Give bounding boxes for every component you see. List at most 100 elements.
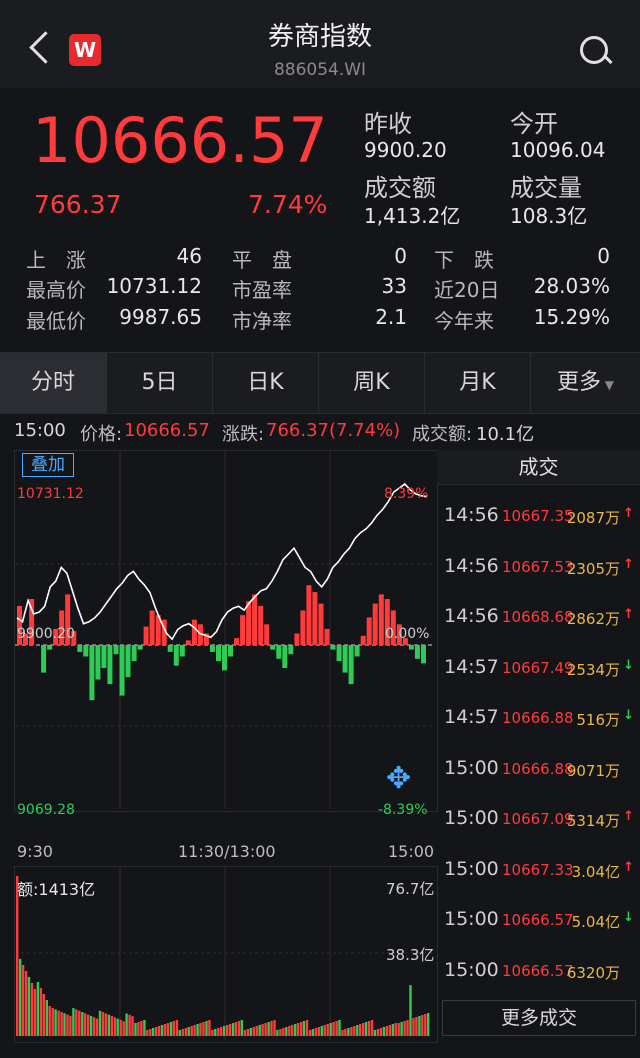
trade-price: 10666.88 [502,709,574,727]
volume-bar [190,1026,193,1036]
volume-bar [116,1018,119,1036]
momentum-bar [234,638,240,645]
trade-row: 14:57 10666.88 516万 ↓ [444,706,640,736]
volume-bar [196,1024,199,1036]
volume-bar [427,1013,430,1036]
volume-bar [317,1027,320,1036]
volume-bar [388,1025,391,1036]
volume-bar [39,988,43,1036]
volume-bar [261,1024,264,1036]
y-axis-mid: 9900.20 [17,626,75,642]
volume-bar [160,1025,164,1036]
volume-bar [217,1028,220,1036]
trade-volume: 9071万 [566,761,620,780]
x-axis-mid: 11:30/13:00 [178,842,276,861]
arrow-up-icon: ↑ [623,556,634,572]
volume-bar [344,1029,347,1036]
volume-bar [211,1030,214,1036]
volume-bar [152,1028,155,1036]
volume-bar [421,1015,424,1036]
x-axis-end: 15:00 [388,842,435,861]
volume-bar [223,1026,226,1036]
volume-bar [385,1026,388,1036]
volume-bar [143,1020,146,1036]
volume-bar [338,1020,341,1036]
volume-bar [273,1020,276,1036]
volume-bar [27,977,31,1036]
trade-time: 15:00 [444,857,499,880]
volume-bar [75,1009,78,1036]
trade-price: 10667.09 [502,810,574,828]
volume-bar [33,989,37,1036]
trade-time: 14:56 [444,605,499,627]
volume-bar [359,1024,362,1036]
arrow-down-icon: ↓ [623,910,634,925]
trade-time: 15:00 [444,908,499,930]
volume-bar [202,1022,205,1036]
trade-volume: 5.04亿 [571,913,620,931]
volume-bar [291,1025,294,1036]
momentum-bar [107,645,113,685]
volume-bar [370,1020,374,1036]
volume-bar [57,1010,60,1036]
trade-volume: 2862万 [566,610,620,628]
volume-bar [122,1021,125,1036]
momentum-bar [360,635,366,645]
volume-bar [362,1023,365,1036]
volume-bar [296,1023,300,1036]
momentum-bar [336,645,342,662]
volume-bar [367,1021,371,1036]
volume-bar [63,1013,66,1036]
more-trades-button[interactable]: 更多成交 [442,1000,636,1036]
momentum-bar [125,645,131,678]
volume-bar [113,1017,116,1036]
trade-volume: 6320万 [566,963,620,982]
volume-bar [95,1018,99,1036]
volume-axis-mid: 38.3亿 [386,946,435,964]
trade-row: 15:00 10666.88 9071万 [444,757,640,787]
volume-bar [329,1023,332,1036]
fullscreen-icon[interactable]: ✥ [386,764,411,794]
trade-time: 15:00 [444,756,499,779]
volume-bar [294,1024,297,1036]
volume-bar [341,1030,344,1036]
overlay-button[interactable]: 叠加 [22,453,74,477]
volume-bar [24,971,28,1036]
volume-bar [166,1023,170,1036]
trade-time: 14:57 [444,706,499,728]
momentum-bar [228,645,233,657]
momentum-bar [294,633,300,645]
momentum-bar [342,645,348,673]
volume-bar [412,1018,415,1036]
volume-bar [314,1028,318,1036]
volume-bar [104,1013,108,1036]
momentum-bar [276,645,282,659]
momentum-bar [77,645,83,652]
trade-row: 14:57 10667.49 2534万 ↓ [444,656,640,686]
volume-bar [356,1025,359,1036]
volume-axis-top: 76.7亿 [386,880,435,898]
price-line [16,482,428,641]
volume-bar [276,1030,279,1036]
volume-bar [137,1022,140,1036]
volume-bar [181,1029,184,1036]
volume-bar [146,1030,149,1036]
arrow-down-icon: ↓ [623,657,634,673]
momentum-bar [312,592,318,645]
volume-bar [394,1023,397,1036]
trade-time: 14:57 [444,655,499,678]
volume-bar [249,1028,252,1036]
volume-bar [406,1020,409,1036]
volume-bar [220,1027,223,1036]
momentum-bar [47,645,53,650]
momentum-bar [324,628,330,645]
volume-bar [267,1022,270,1036]
volume-bar [193,1025,196,1036]
volume-bar [376,1029,380,1036]
arrow-up-icon: ↑ [623,506,634,521]
volume-bar [255,1026,258,1036]
momentum-bar [240,615,246,645]
volume-bar [128,1014,131,1036]
volume-bar [379,1028,383,1036]
volume-bar [326,1024,329,1036]
